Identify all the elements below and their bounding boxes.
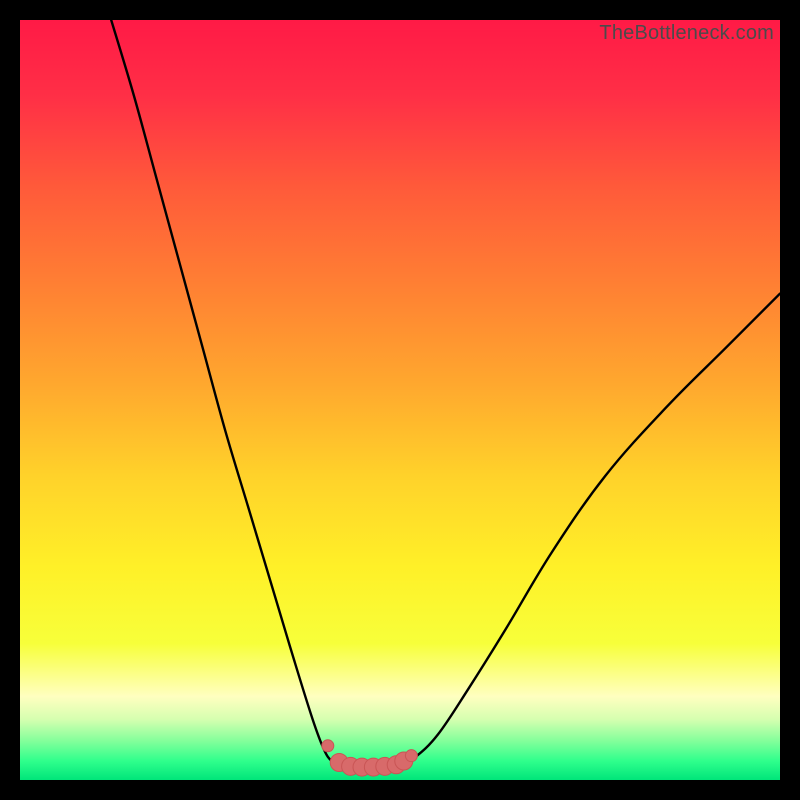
valley-marker-dot: [405, 750, 417, 762]
valley-marker-dot: [322, 740, 334, 752]
right-curve: [400, 294, 780, 765]
outer-frame: TheBottleneck.com: [0, 0, 800, 800]
left-curve: [111, 20, 339, 765]
chart-curves: [20, 20, 780, 780]
valley-markers: [322, 740, 418, 776]
plot-area: TheBottleneck.com: [20, 20, 780, 780]
